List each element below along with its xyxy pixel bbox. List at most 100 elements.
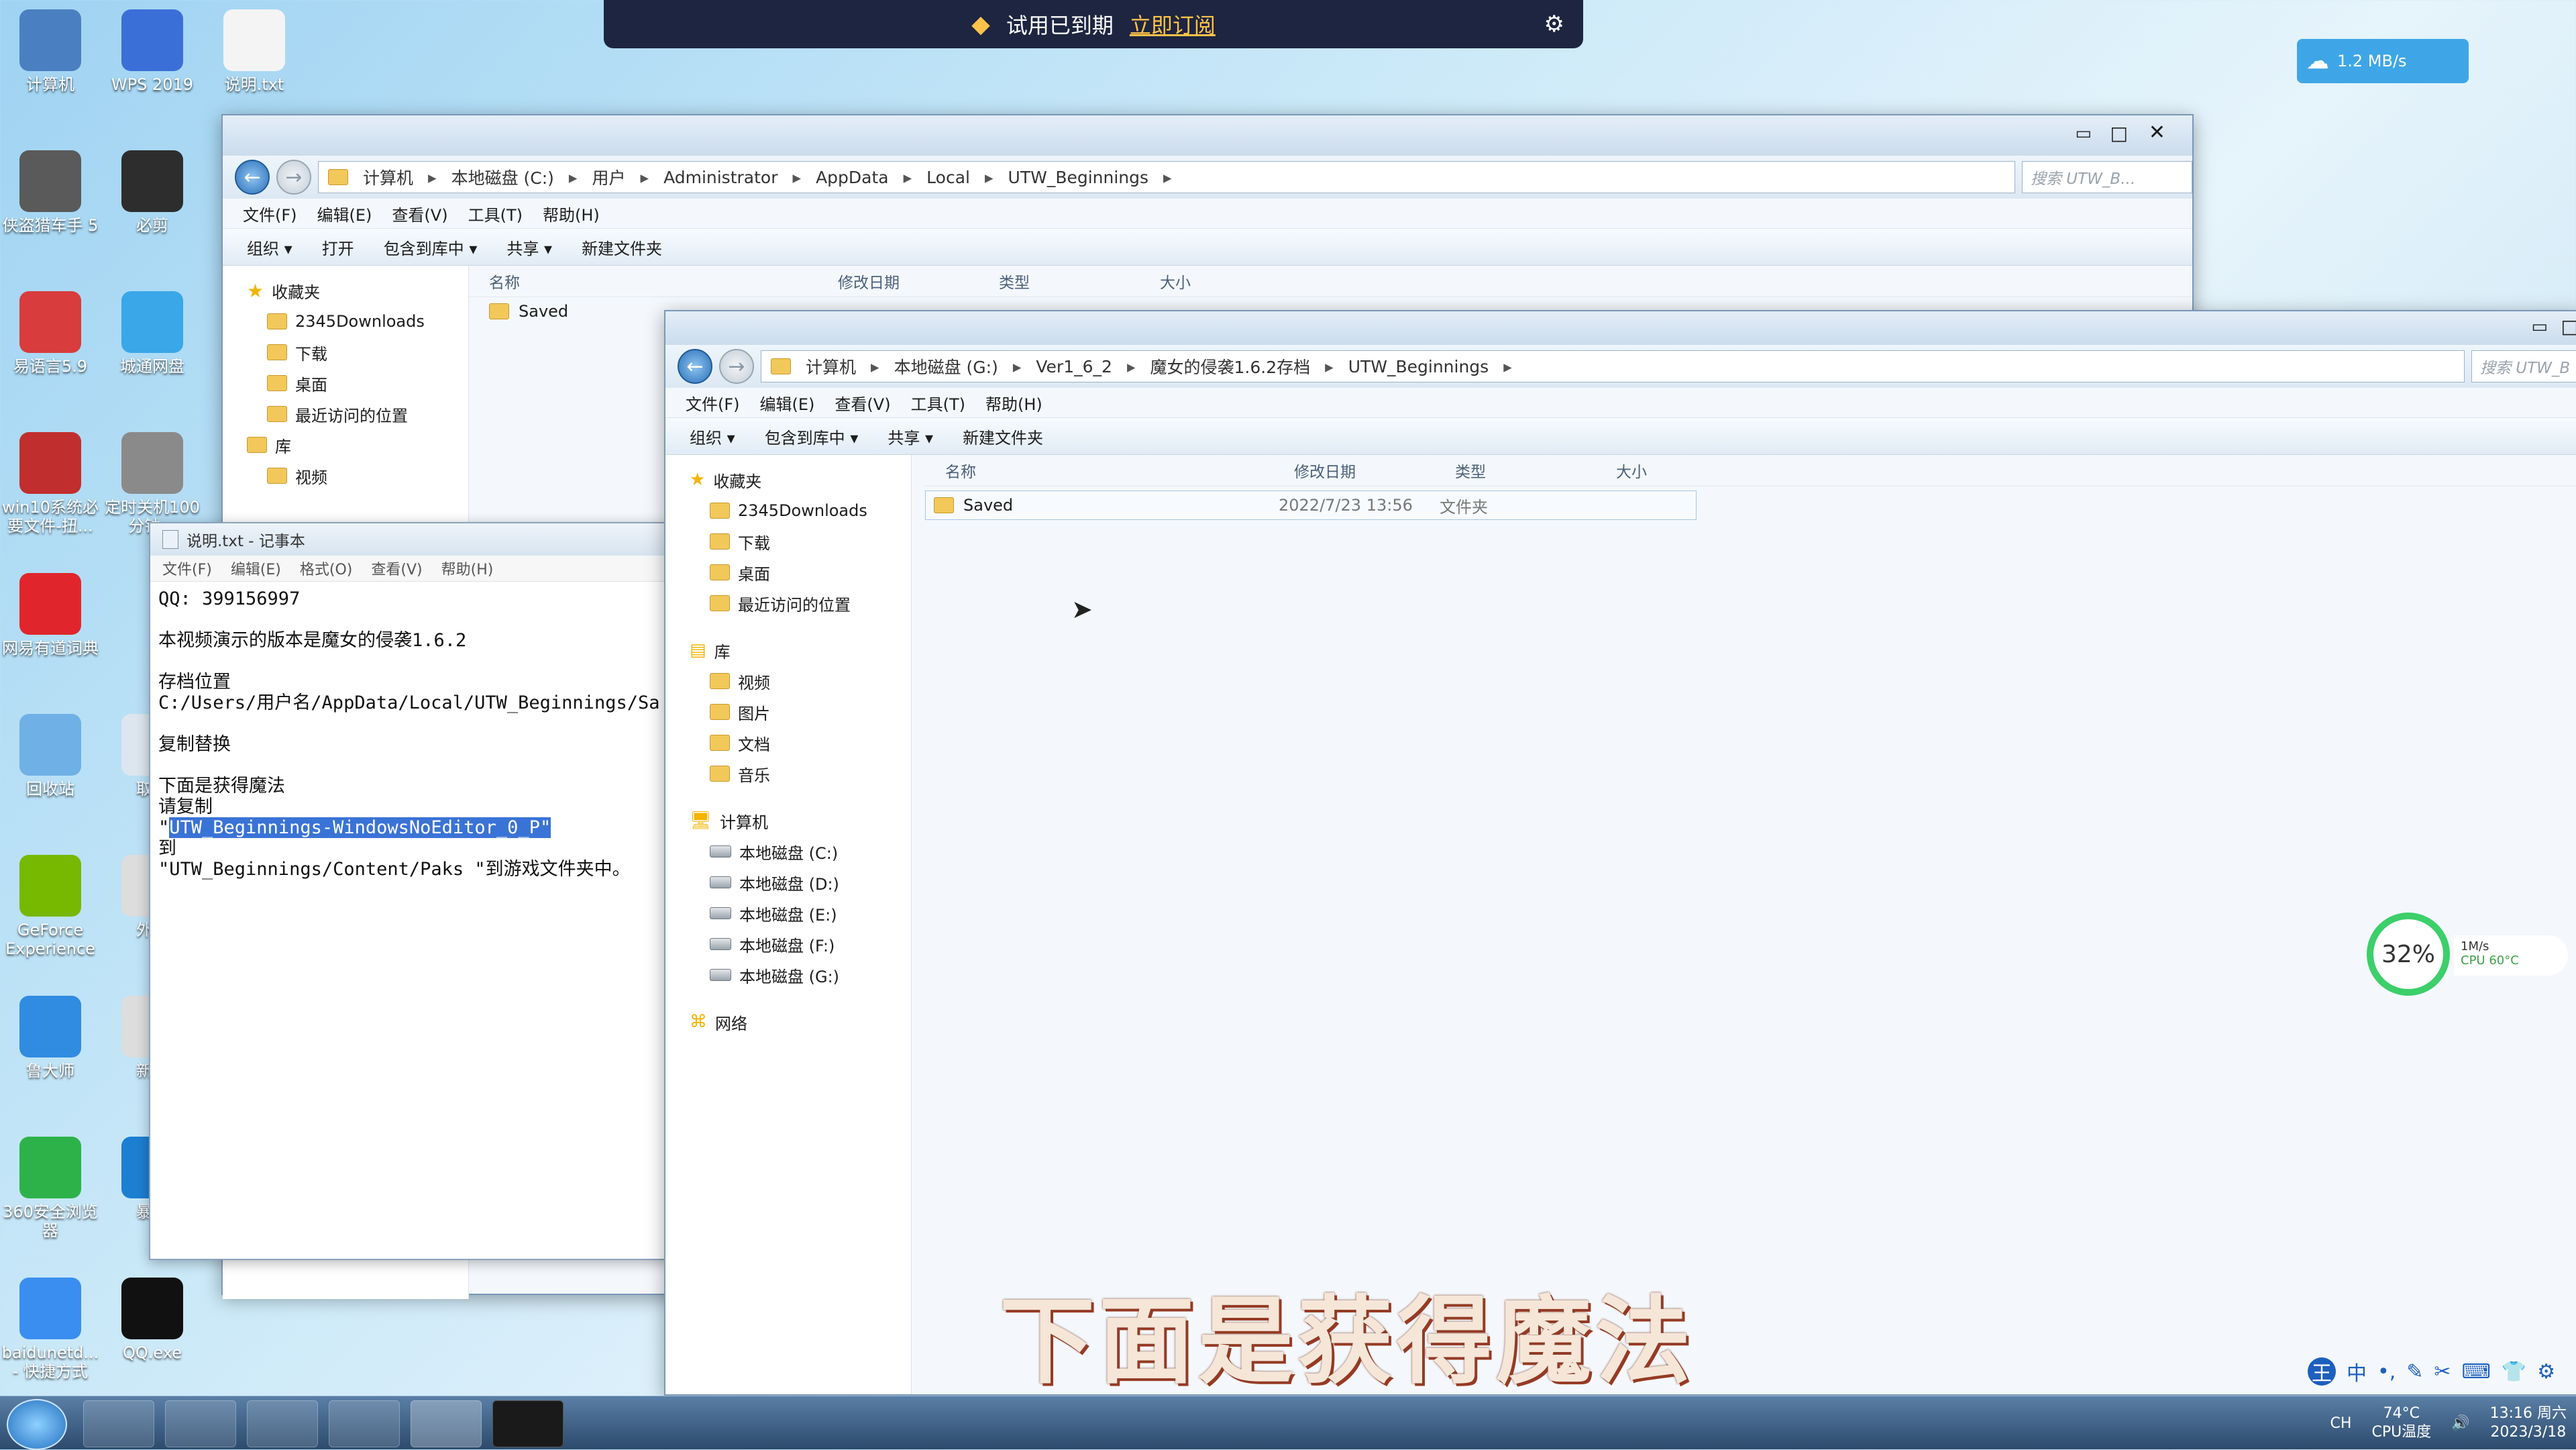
back-button[interactable]: ← <box>235 160 270 195</box>
column-header[interactable]: 修改日期 <box>1274 459 1435 482</box>
breadcrumb-item[interactable]: Administrator <box>663 168 777 187</box>
nav-item[interactable]: 最近访问的位置 <box>690 588 911 619</box>
breadcrumb[interactable]: 计算机 ▸ 本地磁盘 (G:) ▸ Ver1_6_2 ▸ 魔女的侵袭1.6.2存档 ▸ UTW_… <box>761 350 2465 382</box>
taskbar-app-pinned-1[interactable] <box>83 1400 154 1447</box>
settings-icon[interactable]: ⚙ <box>1544 11 1564 38</box>
nav-section[interactable]: ⌘ 网络 <box>690 1006 911 1037</box>
notepad-title-bar[interactable]: 说明.txt - 记事本 <box>150 523 671 556</box>
menu-item[interactable]: 编辑(E) <box>760 391 815 415</box>
taskbar-app-notepad[interactable] <box>329 1400 400 1447</box>
search-input[interactable]: 搜索 UTW_B <box>2471 350 2576 382</box>
breadcrumb[interactable]: 计算机 ▸ 本地磁盘 (C:) ▸ 用户 ▸ Administrator ▸ AppData ▸ L… <box>318 161 2015 193</box>
column-header[interactable]: 类型 <box>1435 459 1596 482</box>
menu-item[interactable]: 查看(V) <box>835 391 890 415</box>
desktop-icon[interactable]: GeForce Experience <box>0 855 101 958</box>
nav-item[interactable]: 视频 <box>690 666 911 696</box>
desktop-icon[interactable]: WPS 2019 <box>102 9 203 94</box>
column-header[interactable]: 大小 <box>1140 270 1274 293</box>
subscribe-link[interactable]: 立即订阅 <box>1130 9 1216 40</box>
nav-item[interactable]: 本地磁盘 (D:) <box>690 867 911 898</box>
desktop-icon[interactable]: 鲁大师 <box>0 996 101 1080</box>
toolbar-button[interactable]: 包含到库中 ▾ <box>384 236 478 259</box>
breadcrumb-item[interactable]: UTW_Beginnings <box>1348 357 1489 376</box>
desktop-icon[interactable]: 网易有道词典 <box>0 573 101 658</box>
toolbar-button[interactable]: 包含到库中 ▾ <box>765 425 859 448</box>
taskbar-app-bijian[interactable] <box>492 1400 564 1447</box>
breadcrumb-item[interactable]: UTW_Beginnings <box>1008 168 1149 187</box>
nav-item[interactable]: 下载 <box>247 337 468 368</box>
desktop-icon[interactable]: 侠盗猎车手 5 <box>0 150 101 235</box>
column-header[interactable]: 名称 <box>469 270 818 293</box>
minimize-button[interactable]: ▭ <box>2075 123 2092 144</box>
breadcrumb-item[interactable]: AppData <box>816 168 889 187</box>
column-header[interactable]: 名称 <box>925 459 1274 482</box>
nav-item[interactable]: 音乐 <box>690 758 911 789</box>
ime-toolbar[interactable]: 王 中 •, ✎ ✂ ⌨ 👕 ⚙ <box>2308 1351 2569 1392</box>
file-row-selected[interactable]: Saved 2022/7/23 13:56 文件夹 <box>925 490 1697 520</box>
nav-item[interactable]: 本地磁盘 (C:) <box>690 836 911 867</box>
forward-button[interactable]: → <box>276 160 311 195</box>
desktop-icon[interactable]: baidunetd... - 快捷方式 <box>0 1278 101 1381</box>
nav-item[interactable]: 文档 <box>690 727 911 758</box>
forward-button[interactable]: → <box>719 349 754 384</box>
taskbar-app-browser[interactable] <box>165 1400 236 1447</box>
notepad-text-area[interactable]: QQ: 399156997 本视频演示的版本是魔女的侵袭1.6.2 存档位置 C:/U… <box>150 582 671 886</box>
clock[interactable]: 13:16 周六 2023/3/18 <box>2490 1404 2567 1442</box>
nav-item[interactable]: 本地磁盘 (F:) <box>690 929 911 960</box>
notepad-menu-item[interactable]: 文件(F) <box>162 558 212 579</box>
minimize-button[interactable]: ▭ <box>2531 317 2548 337</box>
nav-section[interactable]: ▤ 库 <box>690 635 911 666</box>
toolbar-button[interactable]: 组织 ▾ <box>690 425 735 448</box>
toolbar-button[interactable]: 新建文件夹 <box>582 236 662 259</box>
breadcrumb-item[interactable]: 用户 <box>592 165 625 189</box>
toolbar-button[interactable]: 新建文件夹 <box>963 425 1043 448</box>
nav-item[interactable]: 下载 <box>690 526 911 557</box>
breadcrumb-item[interactable]: Ver1_6_2 <box>1036 357 1112 376</box>
search-input[interactable]: 搜索 UTW_B... <box>2022 161 2192 193</box>
notepad-menu-item[interactable]: 查看(V) <box>371 558 422 579</box>
column-header[interactable]: 修改日期 <box>818 270 979 293</box>
maximize-button[interactable]: □ <box>2561 315 2576 338</box>
toolbar-button[interactable]: 打开 <box>322 236 354 259</box>
notepad-menu-item[interactable]: 帮助(H) <box>441 558 494 579</box>
desktop-icon[interactable]: 必剪 <box>102 150 203 235</box>
desktop-icon[interactable]: 回收站 <box>0 714 101 798</box>
close-button[interactable]: ✕ <box>2149 121 2165 144</box>
breadcrumb-item[interactable]: 计算机 <box>806 354 856 378</box>
back-button[interactable]: ← <box>678 349 712 384</box>
desktop-icon[interactable]: 360安全浏览器 <box>0 1137 101 1240</box>
breadcrumb-item[interactable]: 本地磁盘 (G:) <box>894 354 998 378</box>
nav-section[interactable]: 🖥 计算机 <box>690 805 911 836</box>
start-button[interactable] <box>7 1399 67 1450</box>
menu-item[interactable]: 帮助(H) <box>543 202 600 225</box>
notepad-menu-item[interactable]: 编辑(E) <box>231 558 281 579</box>
toolbar-button[interactable]: 共享 ▾ <box>888 425 933 448</box>
title-bar[interactable]: ▭ □ ✕ <box>223 115 2192 156</box>
nav-item[interactable]: 最近访问的位置 <box>247 399 468 429</box>
volume-icon[interactable]: 🔊 <box>2451 1415 2469 1432</box>
menu-item[interactable]: 查看(V) <box>392 202 447 225</box>
desktop-icon[interactable]: 说明.txt <box>204 9 305 94</box>
nav-item[interactable]: 库 <box>247 429 468 460</box>
desktop-icon[interactable]: 易语言5.9 <box>0 291 101 376</box>
nav-item[interactable]: 图片 <box>690 696 911 727</box>
notepad-menu-item[interactable]: 格式(O) <box>300 558 352 579</box>
cpu-monitor-widget[interactable]: 32% 1M/s CPU 60°C <box>2367 913 2568 1000</box>
nav-item[interactable]: 本地磁盘 (G:) <box>690 960 911 990</box>
nav-item[interactable]: ★ 收藏夹 <box>247 275 468 306</box>
lang-indicator[interactable]: CH <box>2330 1415 2352 1432</box>
menu-item[interactable]: 工具(T) <box>468 202 523 225</box>
breadcrumb-item[interactable]: Local <box>926 168 970 187</box>
taskbar-app-cloud[interactable] <box>247 1400 318 1447</box>
nav-item[interactable]: 2345Downloads <box>247 306 468 337</box>
menu-item[interactable]: 帮助(H) <box>985 391 1042 415</box>
menu-item[interactable]: 编辑(E) <box>317 202 372 225</box>
desktop-icon[interactable]: 城通网盘 <box>102 291 203 376</box>
menu-item[interactable]: 工具(T) <box>911 391 965 415</box>
menu-item[interactable]: 文件(F) <box>686 391 740 415</box>
nav-section[interactable]: ★ 收藏夹 <box>690 464 911 495</box>
title-bar[interactable]: ▭ □ <box>665 311 2576 345</box>
nav-item[interactable]: 桌面 <box>690 557 911 588</box>
net-speed-widget[interactable]: ☁ 1.2 MB/s <box>2297 39 2469 83</box>
breadcrumb-item[interactable]: 本地磁盘 (C:) <box>451 165 554 189</box>
